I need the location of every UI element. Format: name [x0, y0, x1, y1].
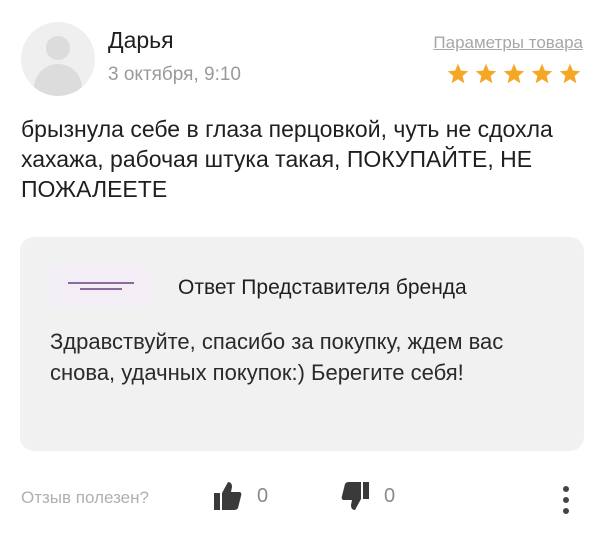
- brand-reply-box: Ответ Представителя бренда Здравствуйте,…: [20, 237, 584, 451]
- brand-logo: [50, 267, 152, 307]
- avatar-body-shape: [34, 64, 82, 96]
- star-icon: [503, 63, 525, 84]
- thumbs-down-icon: [341, 482, 369, 510]
- star-icon: [447, 63, 469, 84]
- dislike-button[interactable]: 0: [340, 480, 395, 512]
- avatar: [21, 22, 95, 96]
- brand-reply-text: Здравствуйте, спасибо за покупку, ждем в…: [50, 329, 504, 385]
- author-name: Дарья: [108, 27, 174, 53]
- thumbs-up-icon: [214, 482, 242, 510]
- star-icon: [559, 63, 581, 84]
- dislike-count: 0: [384, 484, 396, 507]
- like-count: 0: [257, 484, 269, 507]
- more-options-icon[interactable]: [561, 484, 571, 516]
- avatar-head-shape: [46, 36, 70, 60]
- brand-reply-title: Ответ Представителя бренда: [178, 276, 467, 299]
- review-text: брызнула себе в глаза перцовкой, чуть не…: [21, 116, 553, 202]
- like-button[interactable]: 0: [213, 480, 268, 512]
- helpful-label: Отзыв полезен?: [21, 488, 149, 507]
- product-params-link[interactable]: Параметры товара: [433, 33, 583, 53]
- star-icon: [475, 63, 497, 84]
- rating-stars: [446, 62, 582, 86]
- star-icon: [531, 63, 553, 84]
- review-date: 3 октября, 9:10: [108, 64, 241, 85]
